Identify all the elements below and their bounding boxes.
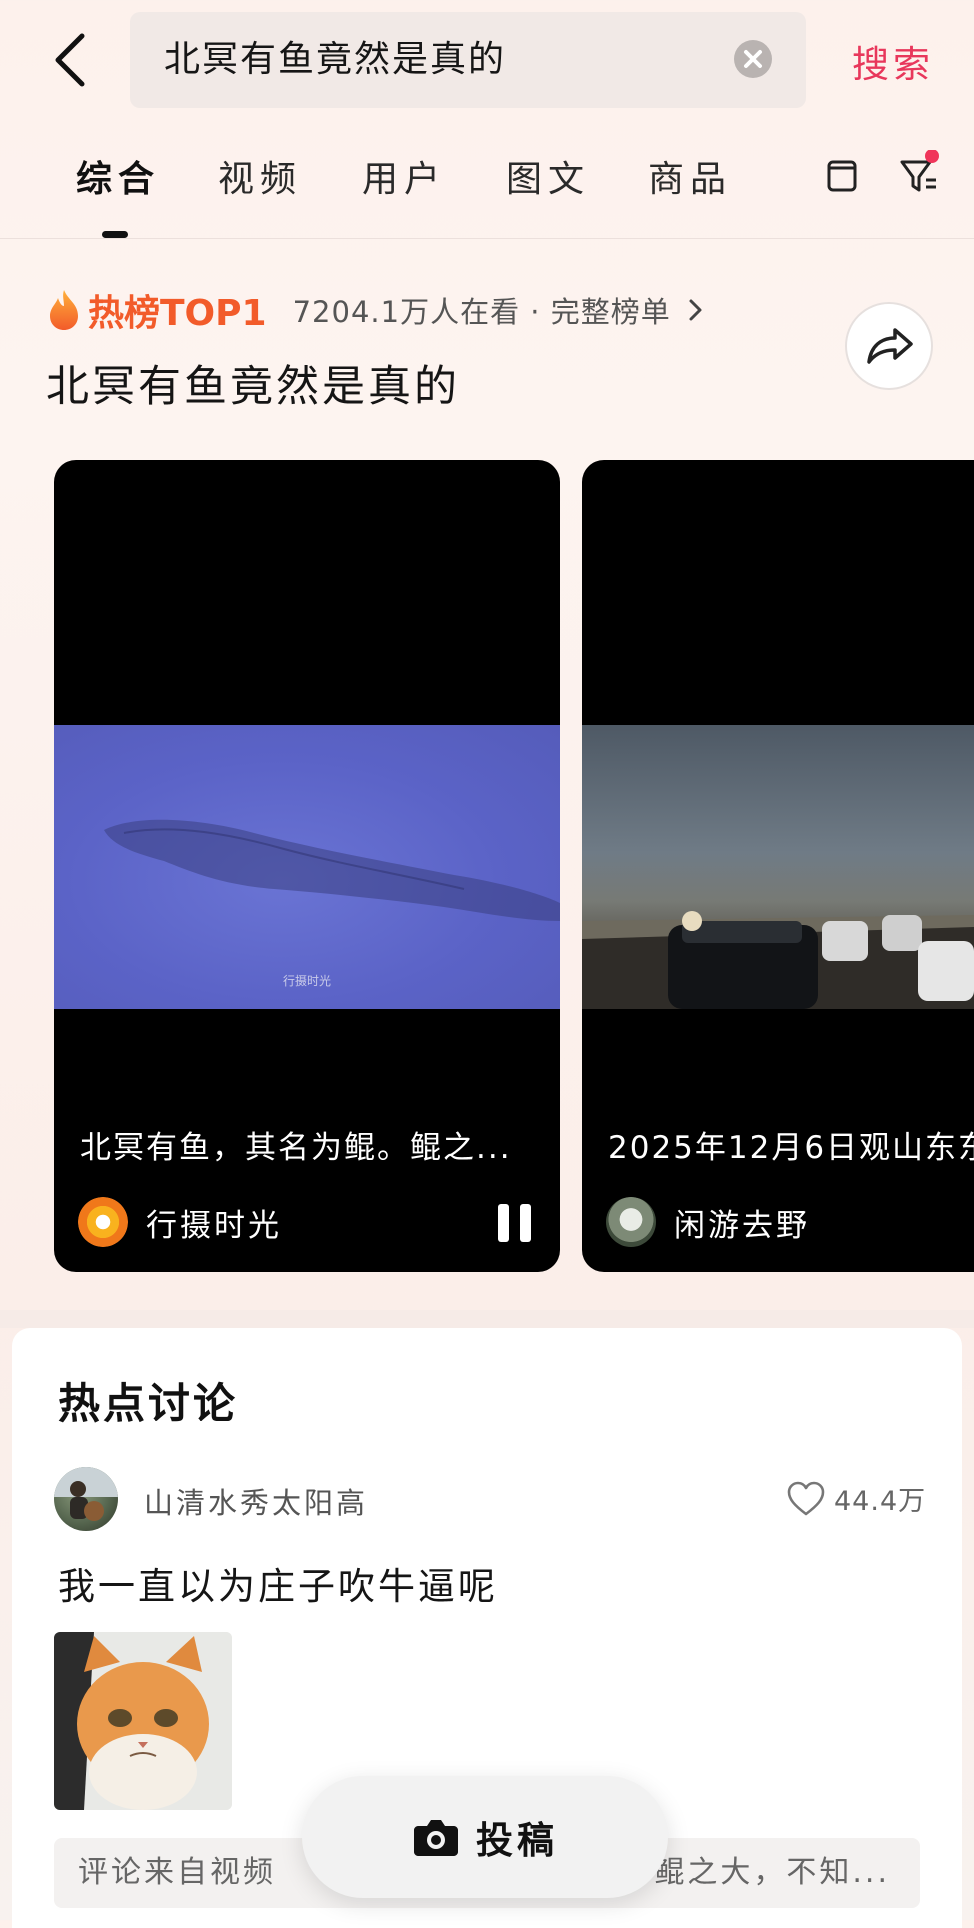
heart-icon xyxy=(787,1481,825,1515)
camera-icon xyxy=(414,1820,458,1856)
layout-toggle-icon xyxy=(827,160,857,192)
traffic-road-illustration xyxy=(582,911,974,1009)
hot-rank-badge: 热榜TOP1 xyxy=(88,293,267,334)
author-name: 闲游去野 xyxy=(674,1207,810,1244)
clear-search-button[interactable] xyxy=(734,40,772,78)
search-query-text: 北冥有鱼竟然是真的 xyxy=(164,39,507,80)
discussion-title: 热点讨论 xyxy=(58,1379,239,1428)
avatar[interactable] xyxy=(54,1467,118,1531)
post-button-label: 投稿 xyxy=(476,1819,558,1862)
like-count: 44.4万 xyxy=(834,1486,927,1517)
active-tab-indicator xyxy=(102,231,128,238)
share-button[interactable] xyxy=(845,302,933,390)
chevron-right-icon xyxy=(689,299,702,321)
video-author[interactable]: 行摄时光 xyxy=(78,1196,282,1248)
video-thumbnail: 行摄时光 xyxy=(54,725,560,1009)
tab-image-text[interactable]: 图文 xyxy=(506,150,590,202)
comment-image[interactable] xyxy=(54,1632,232,1810)
user-avatar-illustration xyxy=(54,1467,118,1521)
comment-source-prefix: 评论来自视频 xyxy=(78,1855,276,1890)
starling-flock-illustration: 行摄时光 xyxy=(104,819,560,988)
clear-icon xyxy=(744,50,762,68)
video-card[interactable]: 行摄时光 北冥有鱼，其名为鲲。鲲之... 行摄时光 xyxy=(54,460,560,1272)
search-button[interactable]: 搜索 xyxy=(852,34,934,88)
layout-toggle-button[interactable] xyxy=(826,156,858,196)
tab-bar: 综合 视频 用户 图文 商品 xyxy=(0,149,974,240)
tab-general[interactable]: 综合 xyxy=(76,150,160,202)
cat-meme-illustration xyxy=(54,1632,232,1810)
comment-source-tail: 鲲之大，不知... xyxy=(654,1855,890,1890)
filter-icon xyxy=(900,149,939,192)
tabs-divider xyxy=(0,238,974,239)
avatar xyxy=(78,1197,128,1247)
flame-icon xyxy=(50,290,78,330)
video-thumbnail xyxy=(582,725,974,1009)
video-card[interactable]: 2025年12月6日观山东东 闲游去野 xyxy=(582,460,974,1272)
video-watermark: 行摄时光 xyxy=(283,973,331,988)
section-gap xyxy=(0,1310,974,1328)
hot-list-row[interactable]: 热榜TOP1 7204.1万人在看 · 完整榜单 xyxy=(46,286,707,334)
tab-users[interactable]: 用户 xyxy=(362,150,446,202)
tab-video[interactable]: 视频 xyxy=(218,150,302,202)
author-name: 行摄时光 xyxy=(146,1207,282,1244)
pause-icon xyxy=(498,1204,509,1242)
post-button[interactable]: 投稿 xyxy=(302,1776,668,1898)
pause-button[interactable] xyxy=(498,1204,532,1242)
like-button[interactable]: 44.4万 xyxy=(786,1479,926,1518)
hot-headline: 北冥有鱼竟然是真的 xyxy=(46,362,460,412)
avatar xyxy=(606,1197,656,1247)
back-arrow-icon xyxy=(55,33,85,87)
video-author[interactable]: 闲游去野 xyxy=(606,1196,810,1248)
video-title: 北冥有鱼，其名为鲲。鲲之... xyxy=(80,1130,512,1166)
share-icon xyxy=(867,328,913,364)
comment-user-name[interactable]: 山清水秀太阳高 xyxy=(144,1480,368,1522)
pause-icon-bar xyxy=(520,1204,531,1242)
tab-products[interactable]: 商品 xyxy=(648,150,732,202)
back-button[interactable] xyxy=(48,30,92,90)
search-input[interactable]: 北冥有鱼竟然是真的 xyxy=(130,12,806,108)
video-title: 2025年12月6日观山东东 xyxy=(608,1130,974,1166)
hot-viewers-text: 7204.1万人在看 · 完整榜单 xyxy=(292,295,671,329)
filter-button[interactable] xyxy=(896,149,944,198)
comment-text: 我一直以为庄子吹牛逼呢 xyxy=(58,1565,498,1608)
